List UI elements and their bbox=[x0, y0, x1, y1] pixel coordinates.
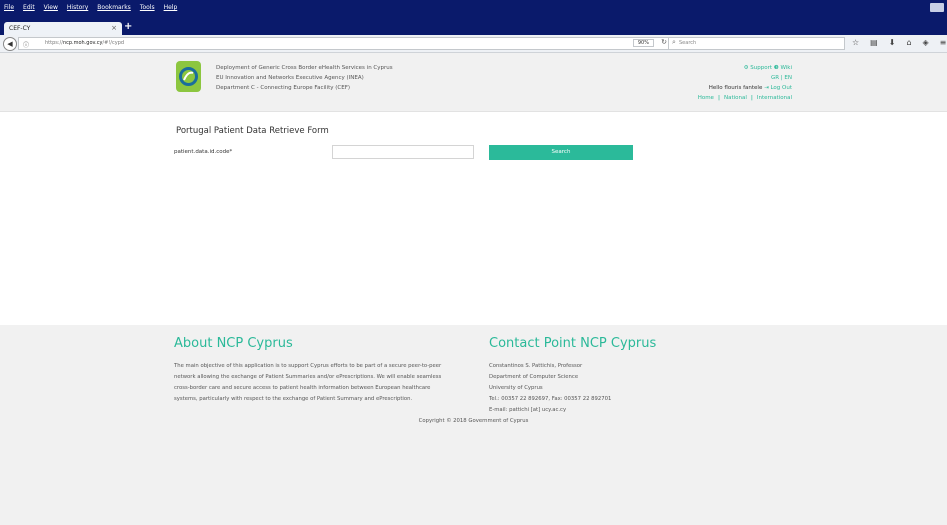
close-icon[interactable]: × bbox=[111, 24, 117, 32]
url-text: https://ncp.moh.gov.cy/#!/cypd bbox=[45, 40, 125, 46]
org-line-1: Deployment of Generic Cross Border eHeal… bbox=[216, 65, 393, 71]
menu-tools[interactable]: Tools bbox=[140, 4, 155, 11]
bookmark-star-icon[interactable]: ☆ bbox=[852, 38, 859, 47]
url-bar[interactable]: ⓘ https://ncp.moh.gov.cy/#!/cypd 90% ↻ → bbox=[18, 37, 695, 50]
site-footer: About NCP Cyprus Contact Point NCP Cypru… bbox=[0, 325, 947, 525]
search-button[interactable]: Search bbox=[489, 145, 633, 160]
browser-menubar: File Edit View History Bookmarks Tools H… bbox=[0, 0, 947, 19]
logout-link[interactable]: ⇥ Log Out bbox=[764, 85, 792, 91]
browser-tabbar: CEF-CY × + bbox=[0, 19, 947, 35]
about-line: network allowing the exchange of Patient… bbox=[174, 374, 442, 380]
contact-title: Contact Point NCP Cyprus bbox=[489, 336, 657, 351]
browser-navbar: ◀ ⓘ https://ncp.moh.gov.cy/#!/cypd 90% ↻… bbox=[0, 35, 947, 53]
about-line: systems, particularly with respect to th… bbox=[174, 396, 413, 402]
greeting: Hello flouris fantele bbox=[708, 85, 763, 91]
organization-info: Deployment of Generic Cross Border eHeal… bbox=[216, 63, 393, 93]
page-title: Portugal Patient Data Retrieve Form bbox=[176, 126, 329, 136]
about-line: The main objective of this application i… bbox=[174, 363, 442, 369]
reload-icon[interactable]: ↻ bbox=[661, 38, 667, 46]
menu-file[interactable]: File bbox=[4, 4, 14, 11]
support-link[interactable]: ⚙ Support bbox=[744, 65, 772, 71]
home-icon[interactable]: ⌂ bbox=[906, 38, 911, 47]
contact-line: Constantinos S. Pattichis, Professor bbox=[489, 363, 583, 369]
contact-line: Department of Computer Science bbox=[489, 374, 579, 380]
pocket-icon[interactable]: ◈ bbox=[923, 38, 929, 47]
nav-home[interactable]: Home bbox=[698, 95, 714, 101]
site-header: Deployment of Generic Cross Border eHeal… bbox=[0, 53, 947, 112]
header-links: ⚙ Support ❸ Wiki GR | EN Hello flouris f… bbox=[697, 65, 792, 101]
nav-national[interactable]: National bbox=[724, 95, 747, 101]
about-line: cross-border care and secure access to p… bbox=[174, 385, 431, 391]
contact-info: Constantinos S. Pattichis, Professor Dep… bbox=[489, 361, 611, 416]
menu-bookmarks[interactable]: Bookmarks bbox=[97, 4, 131, 11]
menu-list: File Edit View History Bookmarks Tools H… bbox=[4, 4, 177, 11]
org-line-2: EU Innovation and Networks Executive Age… bbox=[216, 75, 364, 81]
logo-mark-icon bbox=[179, 67, 198, 86]
nav-international[interactable]: International bbox=[757, 95, 792, 101]
wiki-link[interactable]: ❸ Wiki bbox=[774, 65, 792, 71]
tab-title: CEF-CY bbox=[9, 25, 31, 32]
contact-line: University of Cyprus bbox=[489, 385, 543, 391]
contact-line: Tel.: 00357 22 892697, Fax: 00357 22 892… bbox=[489, 396, 612, 402]
ncp-logo[interactable] bbox=[176, 61, 201, 92]
search-icon: ⌕ bbox=[672, 38, 676, 46]
org-line-3: Department C - Connecting Europe Facilit… bbox=[216, 85, 351, 91]
language-switch[interactable]: GR | EN bbox=[698, 73, 792, 83]
info-icon[interactable]: ⓘ bbox=[23, 40, 29, 49]
copyright: Copyright © 2018 Government of Cyprus bbox=[418, 418, 529, 424]
contact-line: E-mail: pattichi [at] ucy.ac.cy bbox=[489, 407, 567, 413]
menu-help[interactable]: Help bbox=[164, 4, 178, 11]
patient-id-field[interactable] bbox=[332, 145, 474, 159]
back-icon[interactable]: ◀ bbox=[3, 37, 17, 51]
zoom-level[interactable]: 90% bbox=[632, 39, 654, 47]
download-icon[interactable]: ⬇ bbox=[889, 38, 896, 47]
menu-edit[interactable]: Edit bbox=[23, 4, 35, 11]
menu-icon[interactable]: ≡ bbox=[940, 38, 947, 47]
window-controls[interactable] bbox=[930, 3, 944, 12]
patient-id-label: patient.data.id.code* bbox=[174, 149, 233, 155]
reading-list-icon[interactable]: ▤ bbox=[870, 38, 878, 47]
menu-view[interactable]: View bbox=[44, 4, 58, 11]
search-placeholder: Search bbox=[679, 40, 697, 46]
browser-tab[interactable]: CEF-CY × bbox=[4, 22, 122, 35]
toolbar-icons: ☆ ▤ ⬇ ⌂ ◈ ≡ bbox=[852, 38, 946, 47]
about-title: About NCP Cyprus bbox=[174, 336, 293, 351]
about-text: The main objective of this application i… bbox=[174, 361, 474, 405]
menu-history[interactable]: History bbox=[67, 4, 88, 11]
search-input[interactable]: ⌕ Search bbox=[668, 37, 845, 50]
new-tab-icon[interactable]: + bbox=[124, 21, 132, 32]
